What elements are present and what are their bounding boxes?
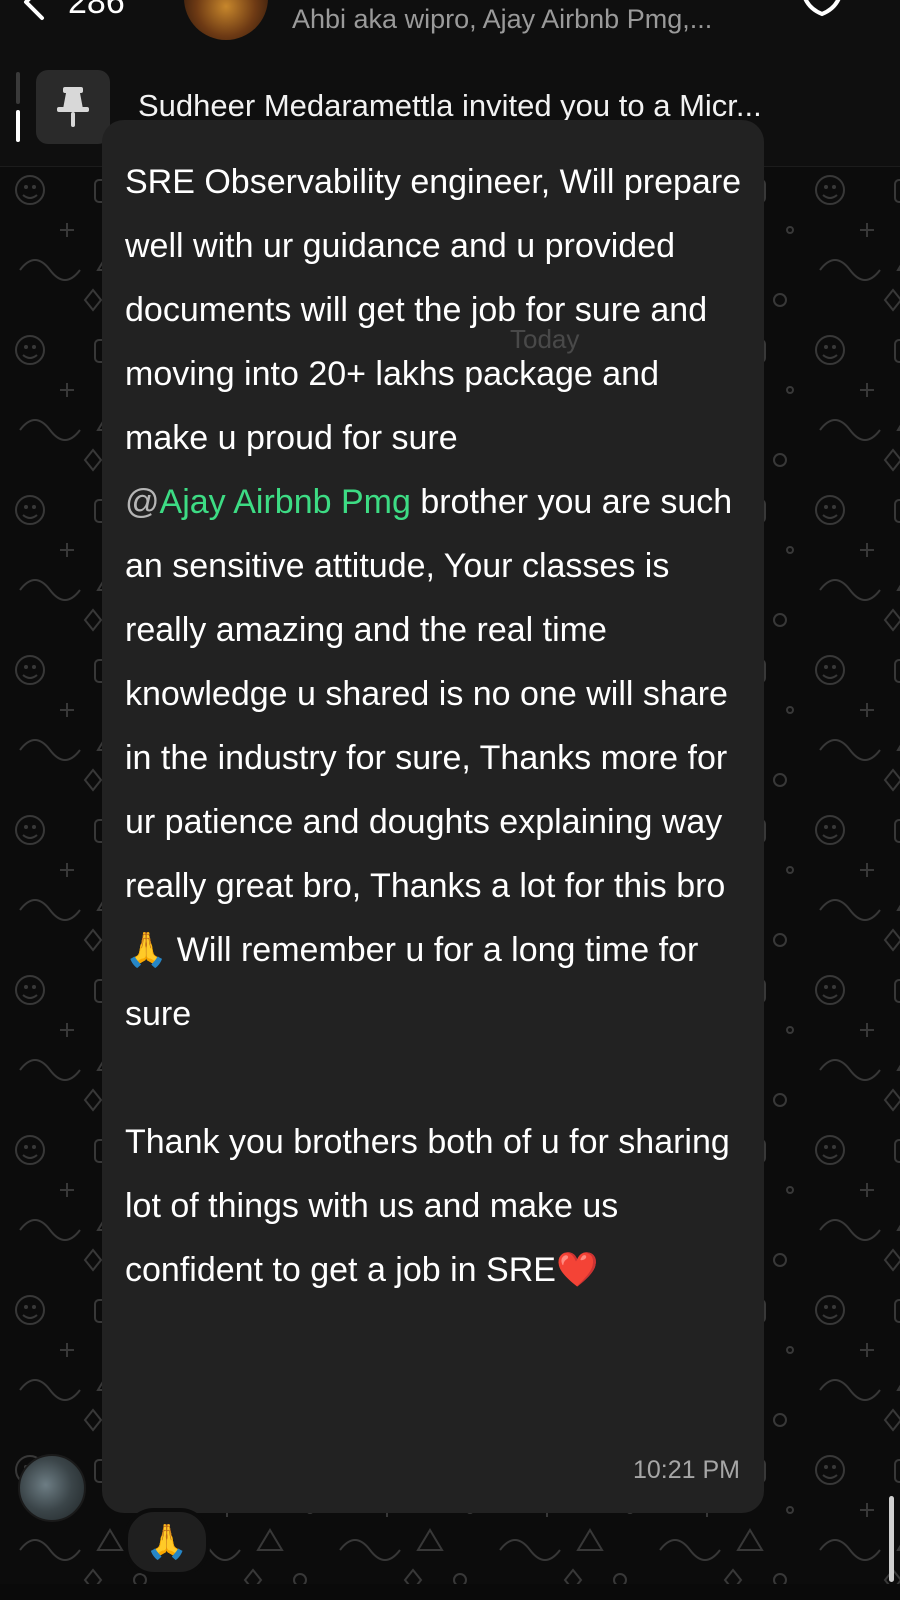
message-timestamp: 10:21 PM	[632, 1456, 740, 1484]
chevron-left-icon[interactable]	[14, 0, 54, 22]
sender-avatar[interactable]	[18, 1454, 86, 1522]
pin-icon-box	[36, 70, 110, 144]
message-text: SRE Observability engineer, Will prepare…	[125, 150, 745, 1302]
unread-count[interactable]: 286	[68, 0, 125, 22]
group-avatar[interactable]	[184, 0, 268, 40]
group-members[interactable]: Ahbi aka wipro, Ajay Airbnb Pmg,...	[292, 2, 712, 36]
message-bubble[interactable]: SRE Observability engineer, Will prepare…	[102, 120, 764, 1513]
pin-indicator	[16, 72, 20, 144]
chat-screen: 286 Ahbi aka wipro, Ajay Airbnb Pmg,... …	[0, 0, 900, 1600]
bottom-strip	[0, 1584, 900, 1600]
chat-header: 286 Ahbi aka wipro, Ajay Airbnb Pmg,...	[0, 0, 900, 40]
message-paragraph-2: @Ajay Airbnb Pmg brother you are such an…	[125, 470, 745, 1046]
pin-icon	[57, 87, 89, 127]
mention-at-symbol: @	[125, 483, 160, 521]
date-separator: Today	[510, 324, 580, 354]
call-add-icon[interactable]	[796, 0, 848, 20]
message-paragraph-2-text: brother you are such an sensitive attitu…	[125, 483, 733, 1033]
message-paragraph-1: SRE Observability engineer, Will prepare…	[125, 163, 742, 457]
scrollbar[interactable]	[889, 1496, 894, 1582]
reaction-badge[interactable]: 🙏	[124, 1508, 210, 1576]
message-paragraph-3: Thank you brothers both of u for sharing…	[125, 1123, 730, 1289]
mention-link[interactable]: Ajay Airbnb Pmg	[160, 483, 411, 521]
